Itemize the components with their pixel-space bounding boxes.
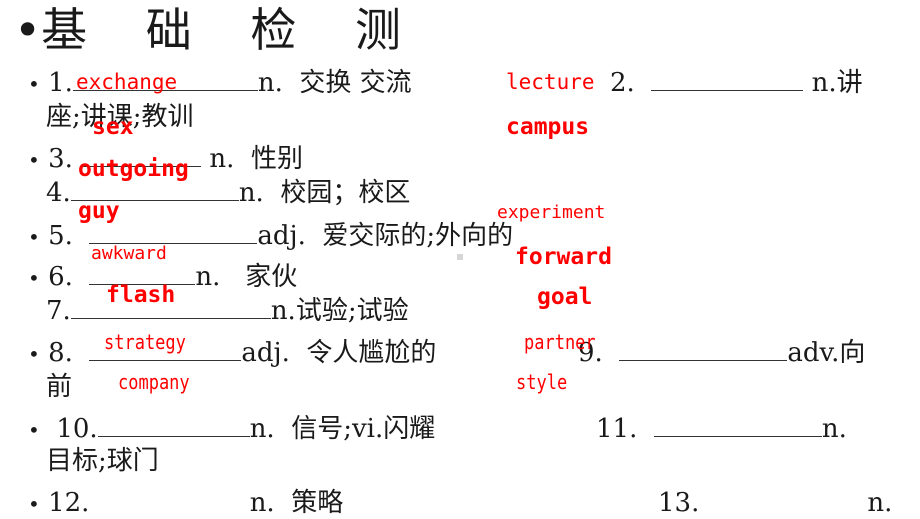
item-12: • 12. n. 策略 xyxy=(28,488,343,519)
part-of-speech: adj. xyxy=(241,338,290,368)
part-of-speech: n. xyxy=(270,296,296,326)
item-meaning: 校园；校区 xyxy=(280,178,411,208)
item-9-meaning-cont: 前 xyxy=(46,372,73,402)
item-13: 13. n. xyxy=(658,488,892,518)
answer-blank[interactable] xyxy=(89,221,258,244)
item-7: 7. n.试验;试验 xyxy=(46,296,409,326)
title-text: 基 础 检 测 xyxy=(41,3,424,57)
item-meaning: 策略 xyxy=(291,488,344,518)
answer-awkward: awkward xyxy=(91,243,167,264)
title-bullet: • xyxy=(14,3,42,57)
answer-forward: forward xyxy=(515,244,612,270)
part-of-speech: n. xyxy=(821,414,847,444)
item-meaning: 家伙 xyxy=(245,262,298,292)
item-meaning: 交换 交流 xyxy=(299,68,412,98)
answer-company: company xyxy=(118,370,190,394)
answer-exchange: exchange xyxy=(76,70,178,94)
answer-experiment: experiment xyxy=(497,202,606,223)
item-meaning: 向 xyxy=(839,338,866,368)
answer-blank[interactable] xyxy=(619,338,788,361)
part-of-speech: n. xyxy=(811,68,837,98)
answer-style: style xyxy=(516,370,568,394)
answer-blank[interactable] xyxy=(653,414,822,437)
item-11-meaning-cont: 目标;球门 xyxy=(46,446,159,476)
part-of-speech: n. xyxy=(867,488,893,518)
item-number: 3. xyxy=(48,144,73,174)
item-meaning: 令人尴尬的 xyxy=(306,338,437,368)
bullet: • xyxy=(28,72,40,96)
item-meaning: 试验;试验 xyxy=(295,296,409,326)
part-of-speech: n. xyxy=(249,414,275,444)
item-number: 1. xyxy=(48,68,73,98)
answer-sex: sex xyxy=(92,114,134,140)
item-meaning: 性别 xyxy=(250,144,303,174)
part-of-speech: n. xyxy=(209,144,235,174)
bullet: • xyxy=(28,148,40,172)
answer-guy: guy xyxy=(78,198,120,224)
item-number: 2. xyxy=(610,68,635,98)
item-9: 9. adv.向 xyxy=(578,338,865,368)
part-of-speech: adj. xyxy=(257,221,306,251)
item-number: 12. xyxy=(48,488,90,518)
answer-blank[interactable] xyxy=(699,488,867,511)
slide-title: •基 础 检 测 xyxy=(14,2,423,58)
part-of-speech: n. xyxy=(257,68,283,98)
bullet: • xyxy=(28,342,40,366)
answer-blank[interactable] xyxy=(98,488,250,511)
placeholder-marker xyxy=(457,254,463,260)
part-of-speech: n. xyxy=(249,488,275,518)
bullet: • xyxy=(28,266,40,290)
item-number: 7. xyxy=(46,296,71,326)
item-meaning: 讲 xyxy=(836,68,863,98)
answer-lecture: lecture xyxy=(506,70,595,94)
item-number: 4. xyxy=(46,178,71,208)
item-number: 5. xyxy=(48,221,73,251)
answer-partner: partner xyxy=(524,330,596,354)
answer-blank[interactable] xyxy=(651,68,804,91)
answer-strategy: strategy xyxy=(104,330,186,354)
item-number: 13. xyxy=(658,488,700,518)
item-number: 11. xyxy=(596,414,638,444)
item-number: 6. xyxy=(48,262,73,292)
bullet: • xyxy=(28,492,40,516)
item-number: 8. xyxy=(48,338,73,368)
item-2: 2. n.讲 xyxy=(610,68,863,98)
item-number: 10. xyxy=(56,414,98,444)
item-10: • 10. n. 信号;vi.闪耀 xyxy=(28,414,435,445)
part-of-speech: adv. xyxy=(787,338,840,368)
bullet: • xyxy=(28,225,40,249)
part-of-speech: n. xyxy=(195,262,221,292)
item-meaning: 信号;vi.闪耀 xyxy=(291,414,436,444)
item-11: 11. n. xyxy=(596,414,847,444)
part-of-speech: n. xyxy=(238,178,264,208)
item-8: • 8. adj. 令人尴尬的 xyxy=(28,338,436,369)
bullet: • xyxy=(28,418,40,442)
answer-blank[interactable] xyxy=(97,414,250,437)
answer-goal: goal xyxy=(537,284,593,310)
answer-campus: campus xyxy=(506,114,590,140)
answer-flash: flash xyxy=(106,282,176,308)
answer-outgoing: outgoing xyxy=(78,156,189,182)
item-meaning: 爱交际的;外向的 xyxy=(322,221,514,251)
